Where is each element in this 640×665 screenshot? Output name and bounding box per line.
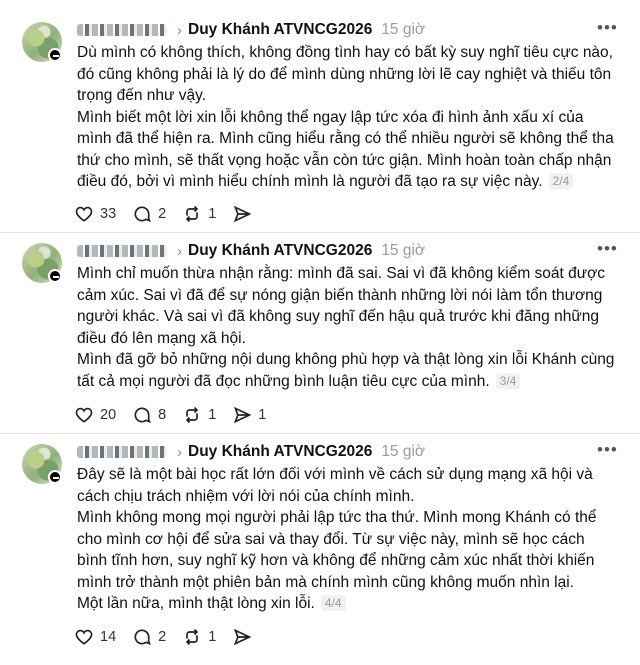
repost-count: 1 [208,206,217,222]
share-button[interactable] [232,627,252,647]
heart-icon [75,629,93,645]
like-button[interactable]: 20 [74,405,116,425]
reply-button[interactable]: 2 [132,204,166,224]
comment-icon [134,629,151,646]
repost-count: 1 [208,629,217,645]
follow-badge-icon[interactable] [48,48,62,62]
like-count: 33 [100,206,117,222]
reply-count: 2 [158,629,167,645]
divider [0,232,640,233]
username-blurred[interactable] [77,245,167,257]
paragraph: Mình biết một lời xin lỗi không thể ngay… [77,108,614,191]
timestamp[interactable]: 15 giờ [381,443,425,461]
page-counter: 4/4 [320,595,346,611]
like-button[interactable]: 14 [74,627,116,647]
paragraph: Đây sẽ là một bài học rất lớn đối với mì… [77,466,593,505]
like-count: 14 [100,629,117,645]
repost-button[interactable]: 1 [182,204,216,224]
reply-button[interactable]: 8 [132,405,166,425]
reply-count: 2 [158,206,167,222]
paragraph: Dù mình có không thích, không đồng tình … [77,44,613,104]
chevron-right-icon: › [177,21,182,39]
post-text: Đây sẽ là một bài học rất lớn đối với mì… [77,464,617,615]
share-button[interactable] [232,204,252,224]
reply-count: 8 [158,407,167,423]
paragraph: Mình chỉ muốn thừa nhận rằng: mình đã sa… [77,265,606,347]
like-count: 20 [100,407,117,423]
repost-icon [186,406,199,424]
timestamp[interactable]: 15 giờ [381,242,425,260]
repost-button[interactable]: 1 [182,405,216,425]
paragraph: Mình không mong mọi người phải lập tức t… [77,509,597,591]
repost-icon [186,628,199,646]
send-icon [234,406,252,424]
username-blurred[interactable] [77,24,167,36]
like-button[interactable]: 33 [74,204,116,224]
reply-to-user[interactable]: Duy Khánh ATVNCG2026 [188,21,372,39]
comment-icon [134,407,151,424]
heart-icon [75,407,93,423]
share-button[interactable]: 1 [232,405,266,425]
reply-to-user[interactable]: Duy Khánh ATVNCG2026 [188,443,372,461]
repost-count: 1 [208,407,217,423]
chevron-right-icon: › [177,242,182,260]
page-counter: 2/4 [548,173,574,189]
post-text: Mình chỉ muốn thừa nhận rằng: mình đã sa… [77,263,617,392]
chevron-right-icon: › [177,443,182,461]
paragraph: Một lần nữa, mình thật lòng xin lỗi. 4/4 [77,593,617,615]
repost-button[interactable]: 1 [182,627,216,647]
timestamp[interactable]: 15 giờ [381,21,425,39]
heart-icon [75,206,93,222]
share-count: 1 [258,407,267,423]
post-text: Dù mình có không thích, không đồng tình … [77,42,617,193]
send-icon [234,628,252,646]
follow-badge-icon[interactable] [48,470,62,484]
comment-icon [134,206,151,223]
reply-to-user[interactable]: Duy Khánh ATVNCG2026 [188,242,372,260]
more-options-icon[interactable]: ••• [597,18,618,38]
reply-button[interactable]: 2 [132,627,166,647]
send-icon [234,205,252,223]
divider [0,433,640,434]
paragraph: Mình đã gỡ bỏ những nội dung không phù h… [77,351,615,390]
more-options-icon[interactable]: ••• [597,440,618,460]
username-blurred[interactable] [77,446,167,458]
follow-badge-icon[interactable] [48,269,62,283]
page-counter: 3/4 [495,372,521,389]
repost-icon [186,205,199,223]
more-options-icon[interactable]: ••• [597,239,618,259]
